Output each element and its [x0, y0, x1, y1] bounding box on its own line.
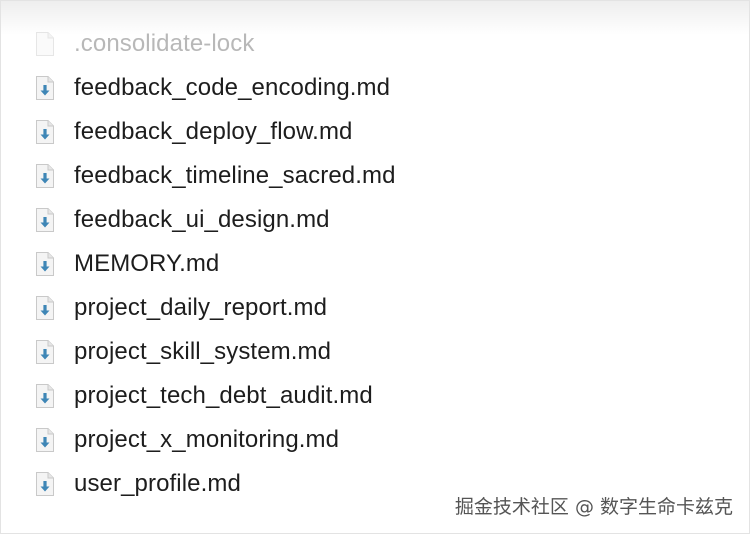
file-row[interactable]: MEMORY.md — [1, 242, 749, 286]
file-browser-window: .consolidate-lock feedback_code_encoding… — [0, 0, 750, 534]
markdown-file-icon — [36, 208, 54, 232]
markdown-file-icon — [36, 428, 54, 452]
file-name: feedback_deploy_flow.md — [74, 118, 353, 145]
file-name: project_skill_system.md — [74, 338, 332, 365]
file-row[interactable]: feedback_deploy_flow.md — [1, 110, 749, 154]
file-row[interactable]: project_daily_report.md — [1, 286, 749, 330]
file-name: project_tech_debt_audit.md — [74, 382, 373, 409]
file-name: MEMORY.md — [74, 250, 220, 277]
file-row[interactable]: project_x_monitoring.md — [1, 418, 749, 462]
markdown-file-icon — [36, 76, 54, 100]
file-name: .consolidate-lock — [74, 30, 255, 57]
file-row[interactable]: project_skill_system.md — [1, 330, 749, 374]
file-name: feedback_ui_design.md — [74, 206, 330, 233]
file-row[interactable]: feedback_ui_design.md — [1, 198, 749, 242]
markdown-file-icon — [36, 252, 54, 276]
file-row[interactable]: project_tech_debt_audit.md — [1, 374, 749, 418]
file-name: feedback_timeline_sacred.md — [74, 162, 396, 189]
file-row[interactable]: .consolidate-lock — [1, 22, 749, 66]
markdown-file-icon — [36, 296, 54, 320]
markdown-file-icon — [36, 120, 54, 144]
file-row[interactable]: feedback_timeline_sacred.md — [1, 154, 749, 198]
watermark: 掘金技术社区 @ 数字生命卡兹克 — [454, 496, 733, 518]
markdown-file-icon — [36, 384, 54, 408]
file-list: .consolidate-lock feedback_code_encoding… — [1, 22, 749, 506]
file-name: project_x_monitoring.md — [74, 426, 340, 453]
file-name: project_daily_report.md — [74, 294, 328, 321]
file-row[interactable]: feedback_code_encoding.md — [1, 66, 749, 110]
markdown-file-icon — [36, 472, 54, 496]
generic-file-icon — [36, 32, 54, 56]
file-name: user_profile.md — [74, 470, 241, 497]
file-name: feedback_code_encoding.md — [74, 74, 391, 101]
markdown-file-icon — [36, 164, 54, 188]
markdown-file-icon — [36, 340, 54, 364]
